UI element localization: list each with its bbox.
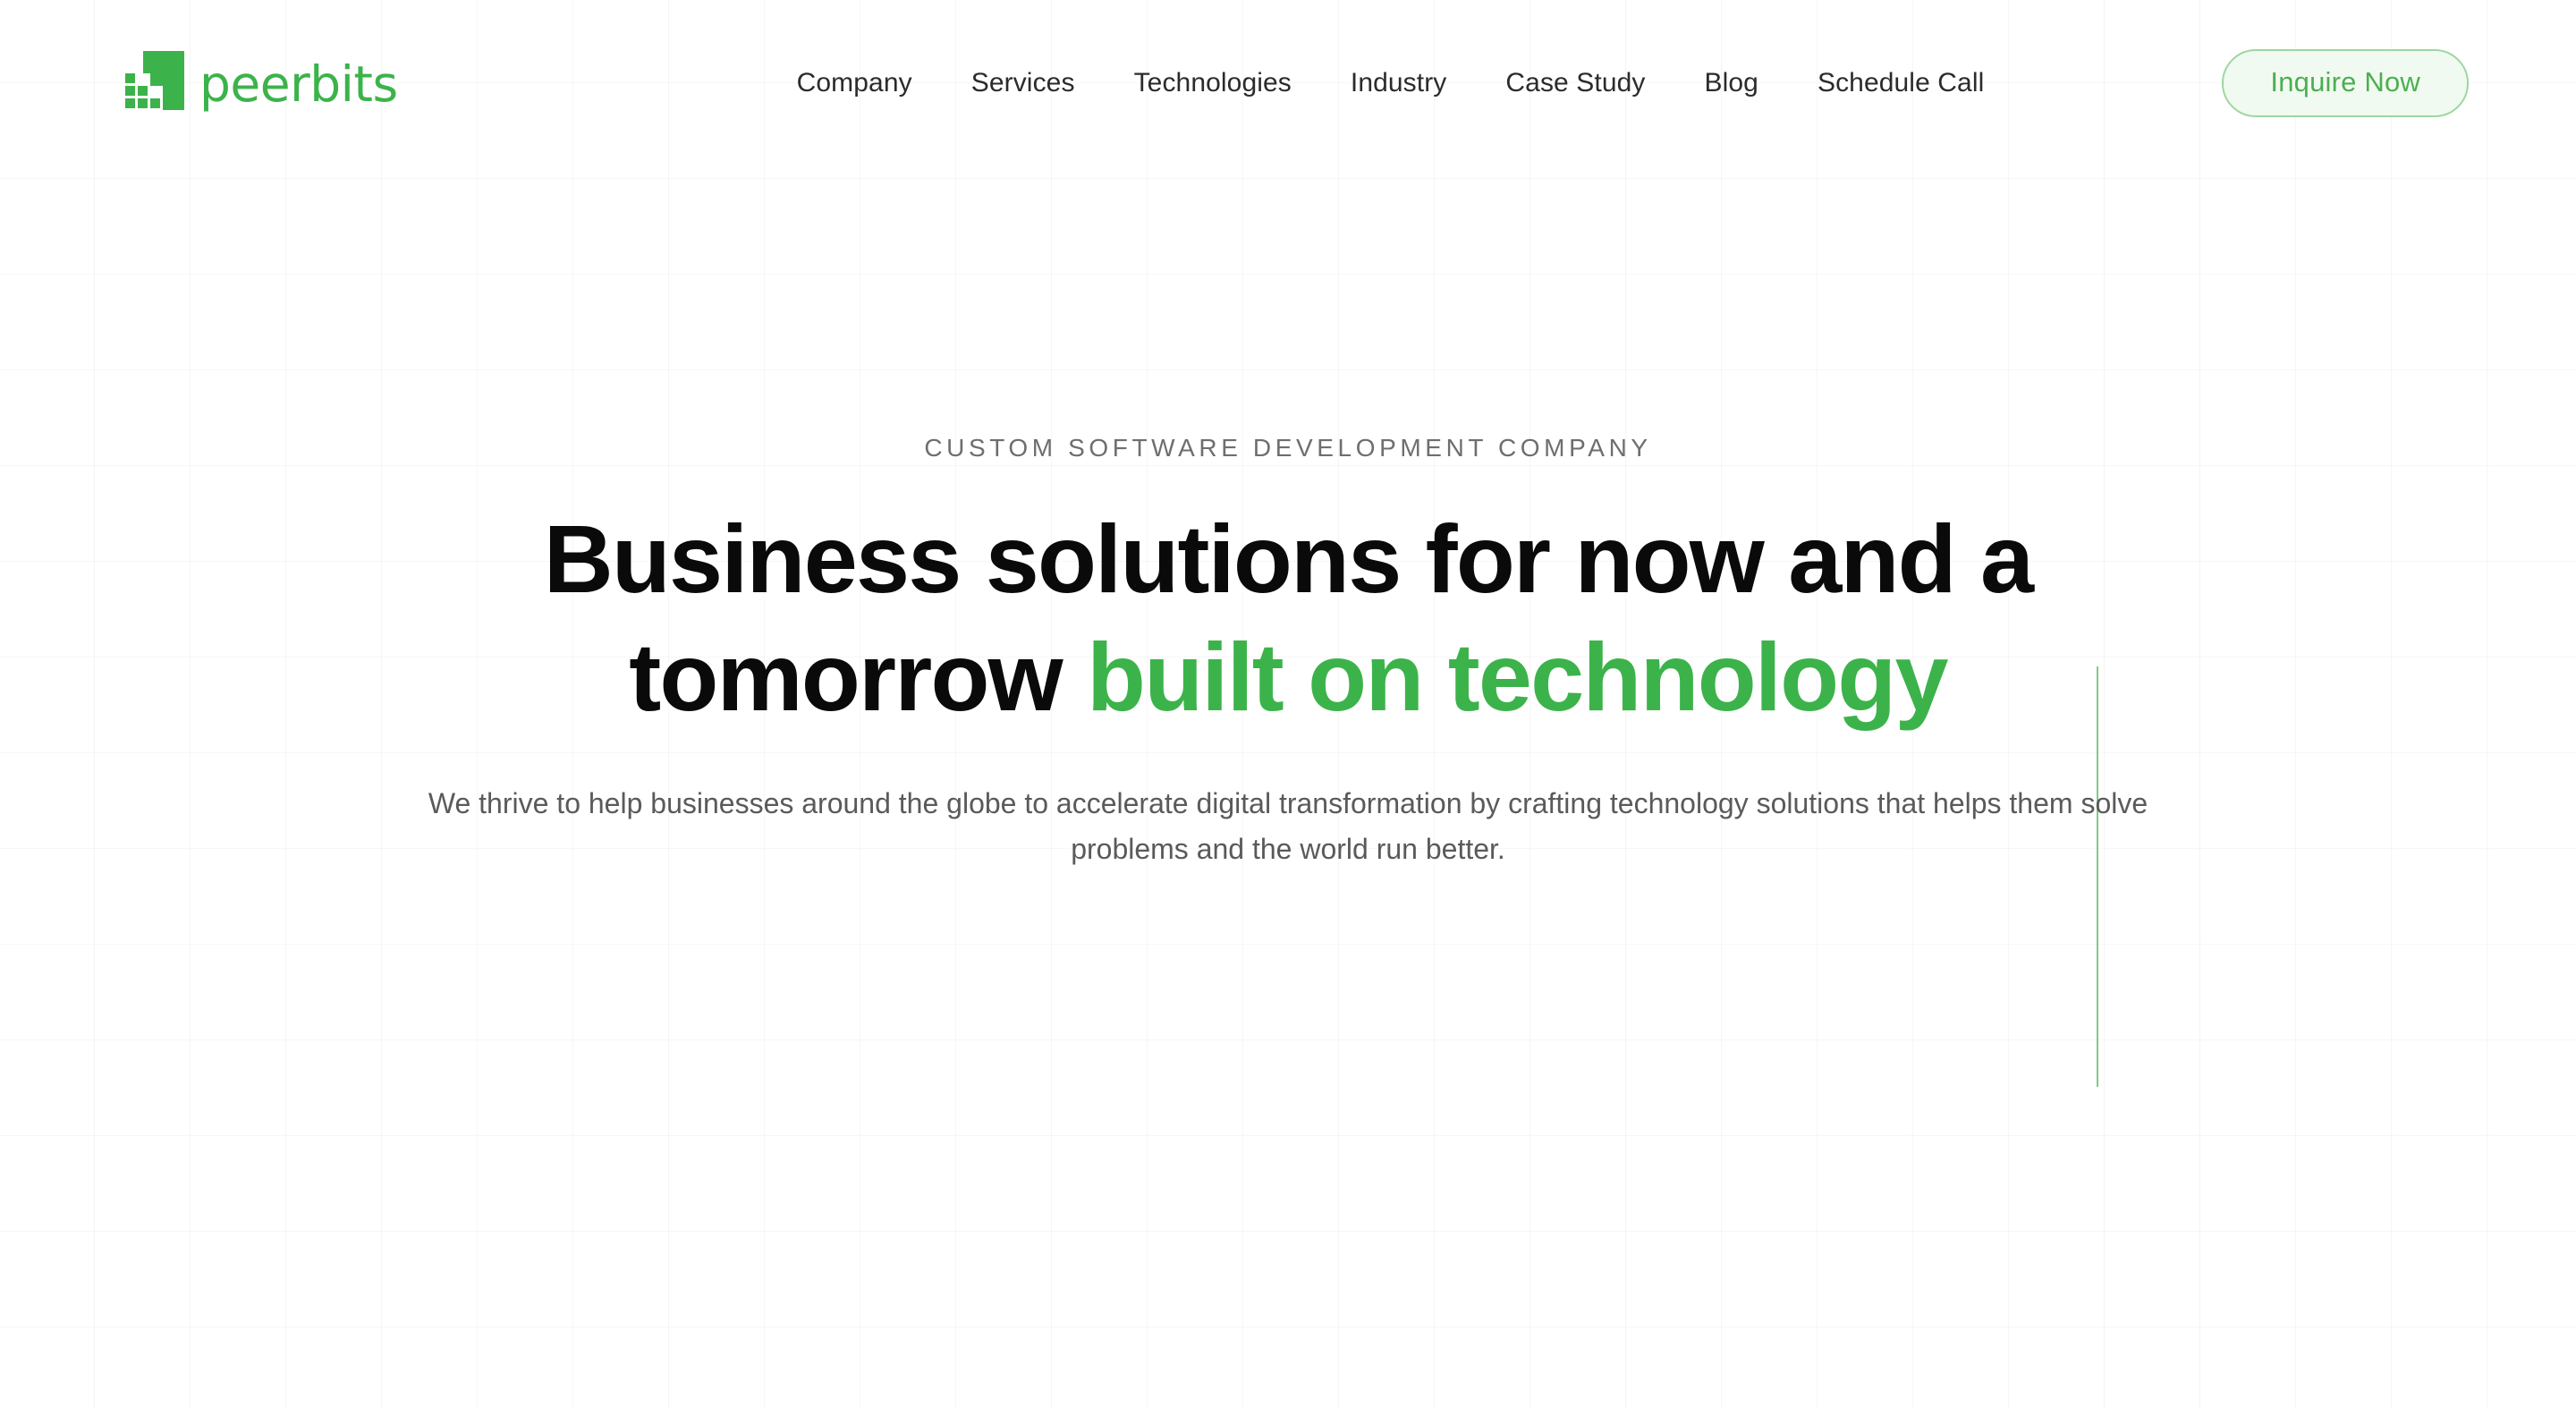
nav-item-services[interactable]: Services <box>942 68 1105 98</box>
nav-item-schedule-call[interactable]: Schedule Call <box>1788 68 2013 98</box>
logo-wordmark: peerbits <box>199 55 398 113</box>
hero-section: CUSTOM SOFTWARE DEVELOPMENT COMPANY Busi… <box>0 165 2576 873</box>
hero-eyebrow: CUSTOM SOFTWARE DEVELOPMENT COMPANY <box>924 434 1652 462</box>
nav-item-blog[interactable]: Blog <box>1675 68 1788 98</box>
main-navigation: Company Services Technologies Industry C… <box>595 68 2187 98</box>
nav-item-industry[interactable]: Industry <box>1321 68 1477 98</box>
nav-item-case-study[interactable]: Case Study <box>1476 68 1674 98</box>
nav-item-company[interactable]: Company <box>767 68 942 98</box>
hero-title-line-2-plain: tomorrow <box>629 622 1088 731</box>
inquire-now-button[interactable]: Inquire Now <box>2222 48 2469 117</box>
hero-title-line-2-accent: built on technology <box>1087 622 1949 731</box>
hero-subtitle: We thrive to help businesses around the … <box>428 786 2148 866</box>
peerbits-pixel-square-logo-icon <box>125 51 184 115</box>
hero-title-line-1: Business solutions for now and a <box>543 505 2034 613</box>
peerbits-logo[interactable]: peerbits <box>125 51 398 115</box>
hero-title: Business solutions for now and a tomorro… <box>313 500 2263 736</box>
nav-item-technologies[interactable]: Technologies <box>1105 68 1321 98</box>
site-header: peerbits Company Services Technologies I… <box>0 0 2576 165</box>
